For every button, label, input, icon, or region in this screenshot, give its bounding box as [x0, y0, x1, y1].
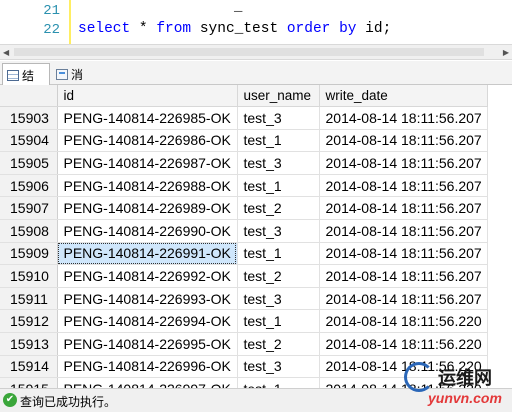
table-row[interactable]: 15906 PENG-140814-226988-OK test_1 2014-08-… [0, 174, 488, 198]
write-date-cell[interactable]: 2014-08-14 18:11:56.207 [319, 151, 488, 175]
table-row[interactable]: 15909 PENG-140814-226991-OK test_1 2014-08-… [0, 242, 488, 266]
column-header-id[interactable]: id [57, 85, 238, 107]
table-row[interactable]: 15913 PENG-140814-226995-OK test_2 2014-08-… [0, 332, 488, 356]
table-row[interactable]: 15910 PENG-140814-226992-OK test_2 2014-08-… [0, 264, 488, 288]
row-number-cell[interactable]: 15909 [0, 242, 58, 266]
user-name-cell[interactable]: test_2 [237, 264, 320, 288]
editor-horizontal-scrollbar[interactable]: ◀ ▶ [0, 44, 512, 60]
success-check-icon: ✔ [3, 393, 17, 407]
write-date-cell[interactable]: 2014-08-14 18:11:56.207 [319, 174, 488, 198]
id-cell[interactable]: PENG-140814-226993-OK [57, 287, 238, 311]
user-name-cell[interactable]: test_2 [237, 332, 320, 356]
user-name-cell[interactable]: test_2 [237, 196, 320, 220]
sql-query-line[interactable]: select * from sync_test order by id; [78, 21, 391, 37]
column-header-write-date[interactable]: write_date [319, 85, 488, 107]
row-number-cell[interactable]: 15903 [0, 106, 58, 130]
user-name-cell[interactable]: test_1 [237, 309, 320, 333]
user-name-cell[interactable]: test_3 [237, 151, 320, 175]
scrollbar-thumb[interactable] [14, 48, 484, 56]
user-name-cell[interactable]: test_3 [237, 106, 320, 130]
table-row[interactable]: 15905 PENG-140814-226987-OK test_3 2014-08-… [0, 151, 488, 175]
scroll-left-arrow-icon[interactable]: ◀ [3, 48, 9, 57]
write-date-cell[interactable]: 2014-08-14 18:11:56.207 [319, 129, 488, 153]
header-row: id user_name write_date [0, 85, 488, 107]
row-number-cell[interactable]: 15905 [0, 151, 58, 175]
table-row[interactable]: 15912 PENG-140814-226994-OK test_1 2014-08-… [0, 309, 488, 333]
table-row[interactable]: 15903 PENG-140814-226985-OK test_3 2014-08-… [0, 106, 488, 130]
row-header-corner[interactable] [0, 85, 58, 107]
line-number: 21 [43, 3, 60, 19]
user-name-cell[interactable]: test_3 [237, 219, 320, 243]
message-icon [56, 69, 68, 80]
sql-keyword: order by [286, 21, 357, 37]
row-number-cell[interactable]: 15904 [0, 129, 58, 153]
line-number: 22 [43, 22, 60, 38]
id-cell[interactable]: PENG-140814-226986-OK [57, 129, 238, 153]
id-cell[interactable]: PENG-140814-226990-OK [57, 219, 238, 243]
id-cell[interactable]: PENG-140814-226994-OK [57, 309, 238, 333]
row-number-cell[interactable]: 15914 [0, 355, 58, 379]
row-number-cell[interactable]: 15912 [0, 309, 58, 333]
sql-text: id; [356, 21, 392, 37]
table-row[interactable]: 15908 PENG-140814-226990-OK test_3 2014-08-… [0, 219, 488, 243]
user-name-cell[interactable]: test_1 [237, 129, 320, 153]
table-row[interactable]: 15911 PENG-140814-226993-OK test_3 2014-08-… [0, 287, 488, 311]
write-date-cell[interactable]: 2014-08-14 18:11:56.207 [319, 287, 488, 311]
write-date-cell[interactable]: 2014-08-14 18:11:56.220 [319, 309, 488, 333]
sql-editor[interactable]: 21 22 _ select * from sync_test order by… [0, 0, 512, 44]
results-tab-bar: 结果 消息 [0, 61, 512, 100]
sql-text: sync_test [191, 21, 287, 37]
row-number-cell[interactable]: 15906 [0, 174, 58, 198]
row-number-cell[interactable]: 15915 [0, 377, 58, 388]
sql-keyword: from [156, 21, 192, 37]
user-name-cell[interactable]: test_1 [237, 377, 320, 388]
table-row[interactable]: 15904 PENG-140814-226986-OK test_1 2014-08-… [0, 129, 488, 153]
row-number-cell[interactable]: 15913 [0, 332, 58, 356]
sql-keyword: select [78, 21, 131, 37]
tab-results[interactable]: 结果 [2, 63, 50, 100]
sql-text: * [130, 21, 157, 37]
watermark-brand: 运维网 [438, 368, 492, 388]
change-marker-bar [69, 0, 71, 44]
row-number-cell[interactable]: 15908 [0, 219, 58, 243]
row-number-cell[interactable]: 15907 [0, 196, 58, 220]
write-date-cell[interactable]: 2014-08-14 18:11:56.207 [319, 242, 488, 266]
user-name-cell[interactable]: test_1 [237, 242, 320, 266]
watermark-logo-icon [404, 362, 434, 392]
results-grid[interactable]: id user_name write_date 15903 PENG-140814… [0, 85, 512, 388]
write-date-cell[interactable]: 2014-08-14 18:11:56.220 [319, 332, 488, 356]
id-cell[interactable]: PENG-140814-226989-OK [57, 196, 238, 220]
tab-messages[interactable]: 消息 [52, 63, 100, 99]
id-cell[interactable]: PENG-140814-226987-OK [57, 151, 238, 175]
row-number-cell[interactable]: 15911 [0, 287, 58, 311]
id-cell[interactable]: PENG-140814-226996-OK [57, 355, 238, 379]
user-name-cell[interactable]: test_1 [237, 174, 320, 198]
column-header-user-name[interactable]: user_name [237, 85, 320, 107]
line-number-gutter: 21 22 [0, 0, 62, 44]
write-date-cell[interactable]: 2014-08-14 18:11:56.207 [319, 264, 488, 288]
id-cell[interactable]: PENG-140814-226991-OK [57, 242, 238, 266]
row-number-cell[interactable]: 15910 [0, 264, 58, 288]
user-name-cell[interactable]: test_3 [237, 287, 320, 311]
id-cell[interactable]: PENG-140814-226988-OK [57, 174, 238, 198]
table-row[interactable]: 15907 PENG-140814-226989-OK test_2 2014-08-… [0, 196, 488, 220]
previous-line-fragment: _ [234, 0, 243, 15]
write-date-cell[interactable]: 2014-08-14 18:11:56.207 [319, 219, 488, 243]
results-table: id user_name write_date 15903 PENG-140814… [0, 85, 488, 388]
id-cell[interactable]: PENG-140814-226985-OK [57, 106, 238, 130]
write-date-cell[interactable]: 2014-08-14 18:11:56.207 [319, 106, 488, 130]
grid-icon [7, 70, 19, 81]
id-cell[interactable]: PENG-140814-226995-OK [57, 332, 238, 356]
scroll-right-arrow-icon[interactable]: ▶ [503, 48, 509, 57]
id-cell[interactable]: PENG-140814-226997-OK [57, 377, 238, 388]
watermark: 运维网 yunvn.com [404, 362, 510, 412]
status-message: 查询已成功执行。 [20, 395, 117, 409]
write-date-cell[interactable]: 2014-08-14 18:11:56.207 [319, 196, 488, 220]
id-cell[interactable]: PENG-140814-226992-OK [57, 264, 238, 288]
user-name-cell[interactable]: test_3 [237, 355, 320, 379]
watermark-url: yunvn.com [428, 390, 502, 406]
